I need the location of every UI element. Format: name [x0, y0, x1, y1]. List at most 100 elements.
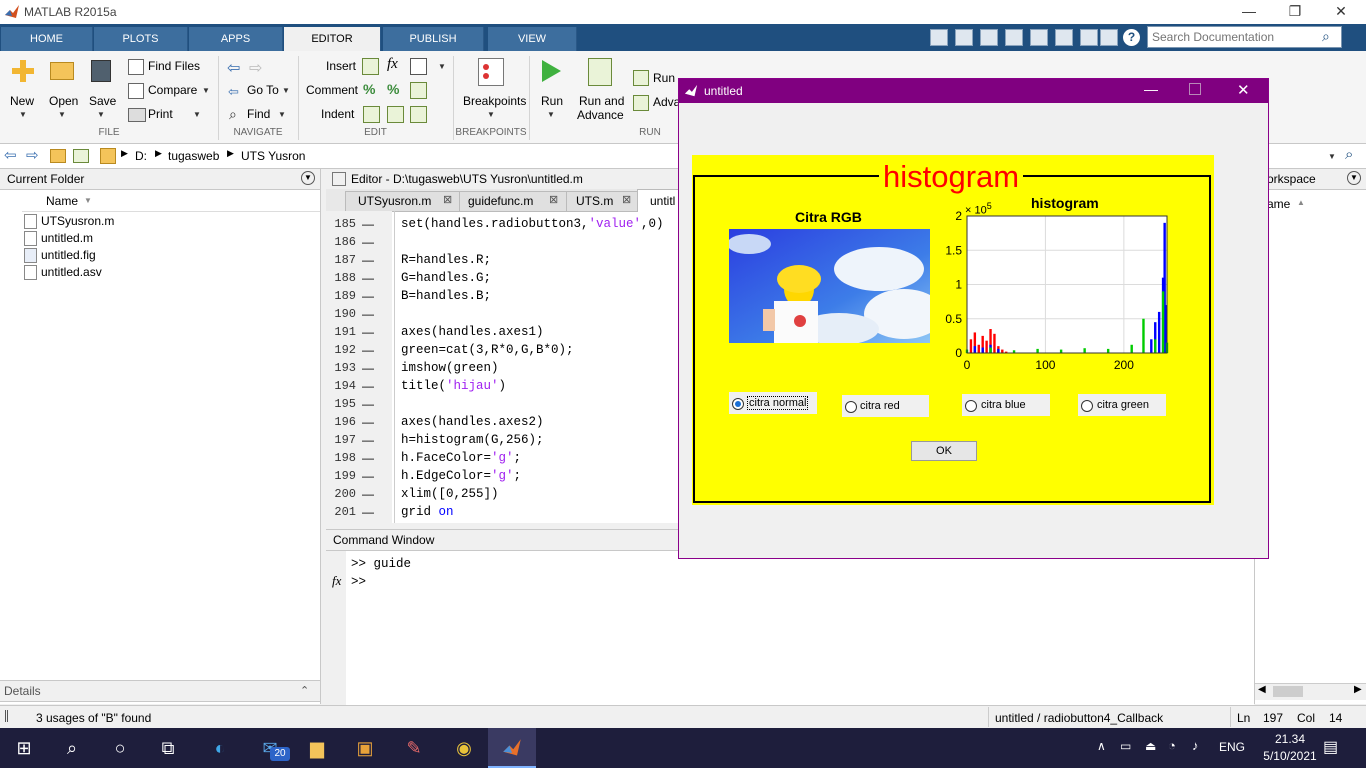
chrome-icon[interactable]: ◉	[440, 728, 488, 768]
breakpoint-marker[interactable]: —	[362, 235, 374, 249]
clock-date[interactable]: 5/10/2021	[1252, 749, 1328, 763]
wifi-icon[interactable]: ◔	[1168, 738, 1176, 753]
usb-icon[interactable]: ⏏	[1145, 739, 1156, 753]
figure-close-button[interactable]: ✕	[1237, 81, 1250, 99]
breakpoint-marker[interactable]: —	[362, 451, 374, 465]
code-line[interactable]: 200 — xlim([0,255])	[326, 487, 678, 505]
go-to-button[interactable]: Go To	[247, 83, 279, 97]
radio-indicator[interactable]	[845, 401, 857, 413]
editor-tab-untitled[interactable]: untitl	[637, 189, 680, 212]
run-button[interactable]: Run	[541, 94, 563, 108]
code-line[interactable]: 198 — h.FaceColor='g';	[326, 451, 678, 469]
edge-browser-icon[interactable]: ◐	[196, 728, 244, 768]
undo-icon[interactable]	[1055, 29, 1073, 46]
breadcrumb-uts-yusron[interactable]: UTS Yusron	[241, 149, 305, 163]
indent-button[interactable]: Indent	[321, 107, 354, 121]
help-icon[interactable]: ?	[1123, 29, 1140, 46]
close-tab-icon[interactable]: ⊠	[443, 193, 452, 206]
command-prompt[interactable]: >>	[351, 575, 366, 589]
new-dropdown-icon[interactable]: ▼	[19, 110, 27, 119]
restore-button[interactable]: ❐	[1272, 0, 1318, 24]
battery-icon[interactable]: ▭	[1120, 739, 1131, 753]
figure-title-bar[interactable]: untitled — ✕	[679, 79, 1268, 103]
radio-citra-red[interactable]: citra red	[842, 395, 929, 417]
breadcrumb-tugasweb[interactable]: tugasweb	[168, 149, 219, 163]
code-line[interactable]: 197 — h=histogram(G,256);	[326, 433, 678, 451]
scroll-left-icon[interactable]: ◀	[1258, 684, 1266, 695]
code-line[interactable]: 192 — green=cat(3,R*0,G,B*0);	[326, 343, 678, 361]
scroll-thumb[interactable]	[1273, 686, 1303, 697]
search-icon[interactable]: ⌕	[48, 728, 96, 768]
search-documentation-input[interactable]	[1147, 26, 1342, 48]
open-button[interactable]: Open	[49, 94, 78, 108]
code-line[interactable]: 186 —	[326, 235, 678, 253]
tab-home[interactable]: HOME	[1, 27, 93, 51]
insert-section-icon[interactable]	[362, 58, 379, 75]
insert-dropdown-icon[interactable]: ▼	[438, 62, 446, 71]
editor-tab-guidefunc[interactable]: guidefunc.m ⊠	[459, 191, 567, 212]
code-line[interactable]: 201 — grid on	[326, 505, 678, 523]
close-button[interactable]: ✕	[1318, 0, 1364, 24]
list-item[interactable]: untitled.m	[22, 230, 322, 247]
panel-menu-icon[interactable]: ▼	[301, 171, 315, 185]
radio-citra-normal[interactable]: citra normal	[729, 392, 817, 414]
radio-indicator[interactable]	[1081, 400, 1093, 412]
notification-icon[interactable]: ▤	[1323, 737, 1338, 757]
breakpoints-button[interactable]: Breakpoints	[463, 94, 526, 108]
tab-view[interactable]: VIEW	[488, 27, 577, 51]
breakpoint-marker[interactable]: —	[362, 343, 374, 357]
task-view-icon[interactable]: ⧉	[144, 728, 192, 768]
up-folder-icon[interactable]	[50, 149, 66, 163]
forward-arrow-icon[interactable]: ⇨	[249, 58, 262, 78]
breakpoints-dropdown-icon[interactable]: ▼	[487, 110, 495, 119]
code-line[interactable]: 196 — axes(handles.axes2)	[326, 415, 678, 433]
compare-dropdown-icon[interactable]: ▼	[202, 86, 210, 95]
windows-start-icon[interactable]: ⊞	[0, 728, 48, 768]
paste-icon[interactable]	[1030, 29, 1048, 46]
address-dropdown-icon[interactable]: ▼	[1328, 152, 1336, 161]
breakpoint-marker[interactable]: —	[362, 361, 374, 375]
radio-citra-blue[interactable]: citra blue	[962, 394, 1050, 416]
breakpoint-marker[interactable]: —	[362, 487, 374, 501]
workspace-scrollbar[interactable]: ◀ ▶	[1255, 683, 1366, 700]
ok-button[interactable]: OK	[911, 441, 977, 461]
clock-time[interactable]: 21.34	[1265, 732, 1315, 746]
name-column-header[interactable]: Name ▼	[22, 191, 320, 212]
breakpoint-marker[interactable]: —	[362, 469, 374, 483]
paint-icon[interactable]: ✎	[390, 728, 438, 768]
breakpoint-marker[interactable]: —	[362, 271, 374, 285]
radio-selected-indicator[interactable]	[732, 398, 744, 410]
comment-icon[interactable]: %	[363, 81, 375, 97]
insert-button[interactable]: Insert	[326, 59, 356, 73]
smart-indent-icon[interactable]	[363, 106, 380, 123]
show-hidden-icons[interactable]: ∧	[1097, 739, 1106, 753]
list-item[interactable]: untitled.asv	[22, 264, 322, 281]
breakpoint-marker[interactable]: —	[362, 415, 374, 429]
cut-icon[interactable]	[980, 29, 998, 46]
address-search-icon[interactable]: ⌕	[1345, 146, 1353, 163]
function-browser-icon[interactable]: fx	[332, 573, 341, 589]
find-files-button[interactable]: Find Files	[148, 59, 200, 73]
uncomment-icon[interactable]: %	[387, 81, 399, 97]
workspace-column-name[interactable]: ame	[1267, 197, 1290, 211]
wrap-comment-icon[interactable]	[410, 82, 427, 99]
breakpoint-marker[interactable]: —	[362, 307, 374, 321]
comment-button[interactable]: Comment	[306, 83, 358, 97]
search-icon[interactable]: ⌕	[1322, 28, 1330, 45]
run-and-advance-label-2[interactable]: Advance	[577, 108, 624, 122]
increase-indent-icon[interactable]	[387, 106, 404, 123]
go-to-dropdown-icon[interactable]: ▼	[282, 86, 290, 95]
figure-minimize-button[interactable]: —	[1144, 81, 1158, 97]
cortana-icon[interactable]: ○	[96, 728, 144, 768]
media-player-icon[interactable]: ▣	[341, 728, 389, 768]
tab-plots[interactable]: PLOTS	[94, 27, 188, 51]
code-line[interactable]: 189 — B=handles.B;	[326, 289, 678, 307]
run-and-advance-label-1[interactable]: Run and	[579, 94, 624, 108]
run-dropdown-icon[interactable]: ▼	[547, 110, 555, 119]
print-dropdown-icon[interactable]: ▼	[193, 110, 201, 119]
find-button[interactable]: Find	[247, 107, 270, 121]
language-indicator[interactable]: ENG	[1219, 740, 1245, 754]
save-dropdown-icon[interactable]: ▼	[97, 110, 105, 119]
save-button[interactable]: Save	[89, 94, 116, 108]
code-line[interactable]: 187 — R=handles.R;	[326, 253, 678, 271]
